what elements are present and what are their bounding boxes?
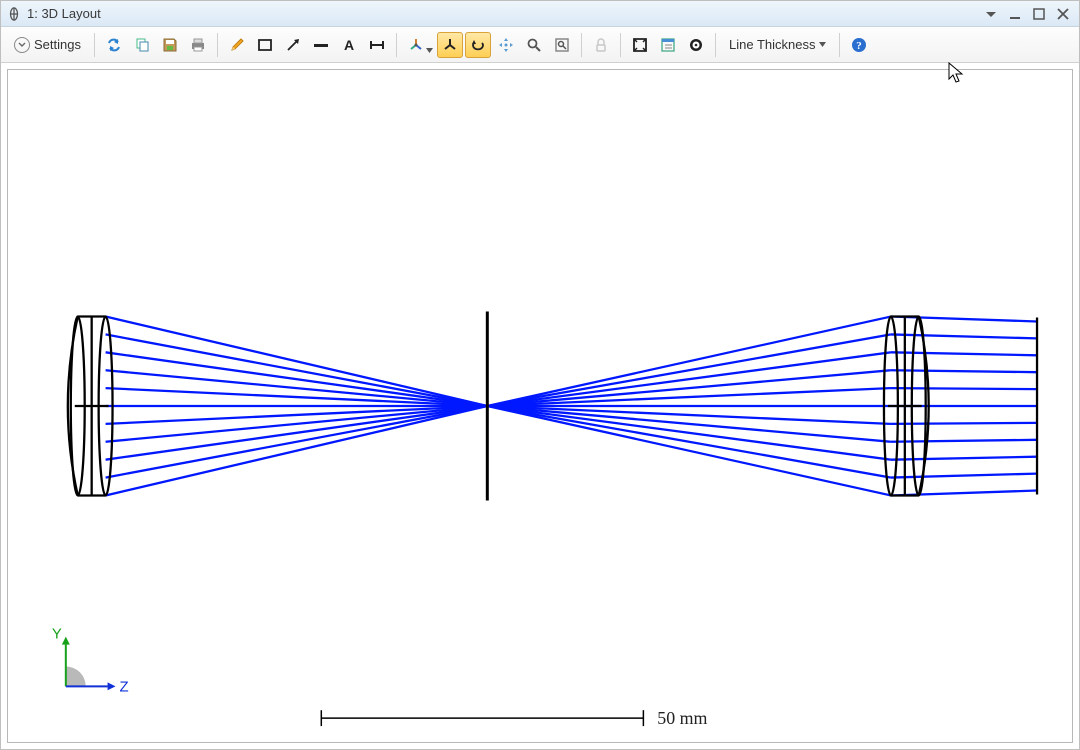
line-thickness-dropdown[interactable]: Line Thickness <box>722 32 833 58</box>
text-tool[interactable]: A <box>336 32 362 58</box>
collapse-button[interactable] <box>981 4 1001 24</box>
scale-bar-label: 50 mm <box>657 708 707 728</box>
title-bar: 1: 3D Layout <box>1 1 1079 27</box>
toolbar: Settings A <box>1 27 1079 63</box>
separator <box>581 33 582 57</box>
separator <box>94 33 95 57</box>
window-title: 1: 3D Layout <box>27 6 101 21</box>
lock-button[interactable] <box>588 32 614 58</box>
fit-window-button[interactable] <box>627 32 653 58</box>
print-button[interactable] <box>185 32 211 58</box>
layout-drawing: 50 mm Y Z <box>8 70 1072 742</box>
separator <box>396 33 397 57</box>
separator <box>217 33 218 57</box>
maximize-button[interactable] <box>1029 4 1049 24</box>
minimize-button[interactable] <box>1005 4 1025 24</box>
separator <box>839 33 840 57</box>
pencil-tool[interactable] <box>224 32 250 58</box>
lens-app-icon <box>7 7 21 21</box>
rotate-view-button[interactable] <box>465 32 491 58</box>
svg-text:?: ? <box>857 40 863 52</box>
axis-z-label: Z <box>120 679 129 695</box>
layout-canvas[interactable]: 50 mm Y Z <box>7 69 1073 743</box>
axes-indicator-button[interactable] <box>437 32 463 58</box>
settings-button[interactable]: Settings <box>7 32 88 58</box>
zoom-box-button[interactable] <box>549 32 575 58</box>
line-thickness-label: Line Thickness <box>729 37 815 52</box>
separator <box>715 33 716 57</box>
arrow-tool[interactable] <box>280 32 306 58</box>
zoom-button[interactable] <box>521 32 547 58</box>
settings-label: Settings <box>34 37 81 52</box>
separator <box>620 33 621 57</box>
rectangle-tool[interactable] <box>252 32 278 58</box>
pan-button[interactable] <box>493 32 519 58</box>
app-window: 1: 3D Layout Settings <box>0 0 1080 750</box>
target-button[interactable] <box>683 32 709 58</box>
close-button[interactable] <box>1053 4 1073 24</box>
view-menu-button[interactable] <box>403 32 435 58</box>
chevron-down-icon <box>14 37 30 53</box>
line-tool[interactable] <box>308 32 334 58</box>
help-button[interactable]: ? <box>846 32 872 58</box>
svg-text:A: A <box>344 37 354 53</box>
refresh-button[interactable] <box>101 32 127 58</box>
dimension-tool[interactable] <box>364 32 390 58</box>
layer-manager-button[interactable] <box>655 32 681 58</box>
save-button[interactable] <box>157 32 183 58</box>
axis-y-label: Y <box>52 627 62 643</box>
copy-button[interactable] <box>129 32 155 58</box>
